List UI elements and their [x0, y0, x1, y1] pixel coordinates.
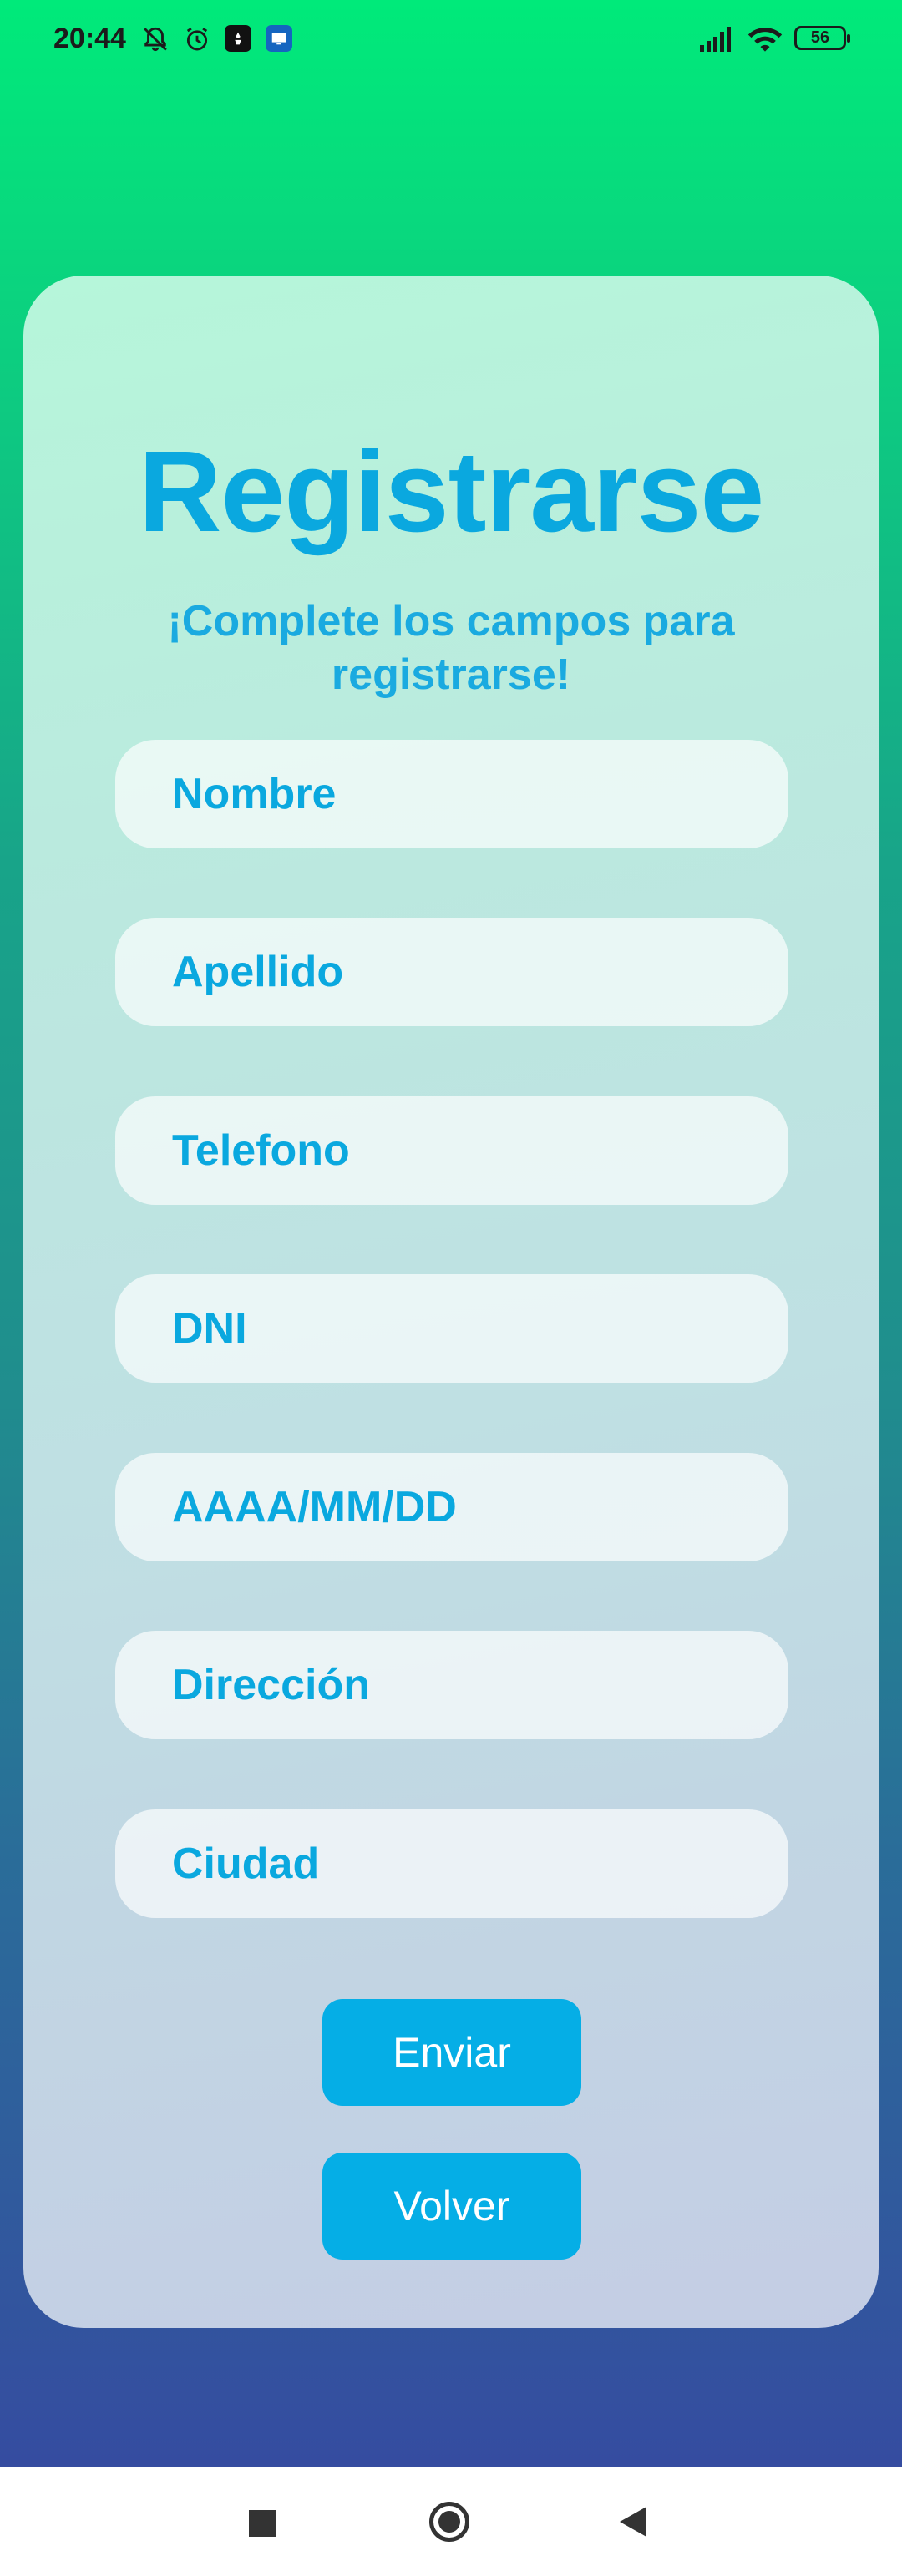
ciudad-field[interactable] [115, 1809, 788, 1918]
nav-back-icon[interactable] [620, 2507, 646, 2537]
signal-icon [698, 23, 735, 55]
battery-icon: 56 [794, 26, 850, 50]
nombre-field[interactable] [115, 740, 788, 848]
page-subtitle: ¡Complete los campos para registrarse! [167, 597, 735, 699]
navigation-bar [0, 2467, 902, 2576]
nav-home-icon[interactable] [429, 2502, 469, 2542]
submit-button[interactable]: Enviar [322, 1999, 581, 2106]
wifi-icon [746, 23, 784, 55]
telefono-field[interactable] [115, 1096, 788, 1205]
status-time: 20:44 [53, 23, 126, 54]
page-title: Registrarse [138, 428, 764, 556]
app-screen: 20:44 56 Registrarse ¡Complete los campo… [0, 0, 902, 2467]
bell-off-icon [139, 23, 171, 55]
nav-recents-icon[interactable] [249, 2510, 276, 2537]
alarm-icon [181, 23, 213, 55]
dni-field[interactable] [115, 1274, 788, 1383]
app-notification-icon [225, 25, 251, 52]
back-button[interactable]: Volver [322, 2153, 581, 2260]
apellido-field[interactable] [115, 918, 788, 1026]
screen-share-icon [266, 25, 292, 52]
direccion-field[interactable] [115, 1631, 788, 1739]
fecha-field[interactable] [115, 1453, 788, 1561]
status-bar: 20:44 56 [0, 0, 902, 84]
